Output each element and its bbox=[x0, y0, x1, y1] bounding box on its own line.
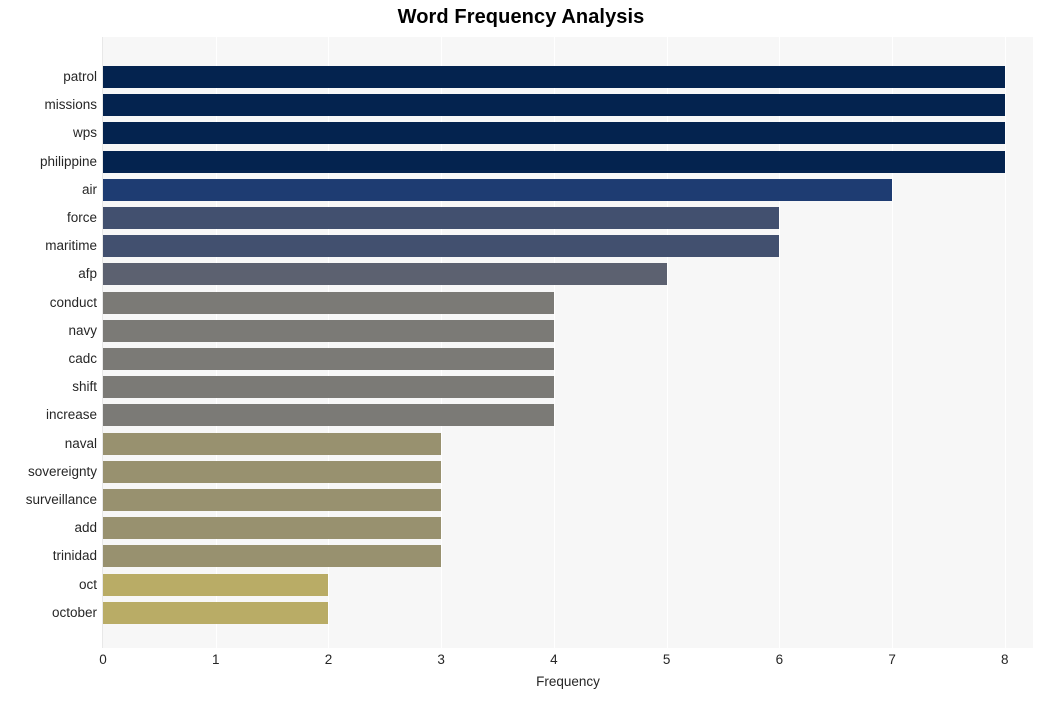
y-tick-label: trinidad bbox=[52, 548, 97, 564]
y-tick-label: shift bbox=[72, 379, 97, 395]
y-axis-tick-labels: patrol missions wps philippine air force marit… bbox=[0, 37, 1042, 648]
y-tick-label: patrol bbox=[63, 69, 97, 84]
y-tick-label: increase bbox=[45, 407, 97, 423]
y-tick-label: afp bbox=[78, 266, 97, 282]
y-tick-label: cadc bbox=[68, 351, 97, 366]
x-axis-label: Frequency bbox=[536, 674, 600, 689]
word-frequency-chart: Word Frequency Analysis patrol missions wp… bbox=[0, 0, 1042, 701]
x-tick-label: 3 bbox=[437, 652, 445, 667]
y-tick-label: add bbox=[74, 520, 97, 536]
chart-title: Word Frequency Analysis bbox=[397, 6, 645, 28]
x-tick-label: 8 bbox=[1001, 652, 1009, 667]
x-tick-label: 7 bbox=[888, 652, 896, 667]
x-tick-label: 4 bbox=[550, 652, 558, 667]
y-tick-label: navy bbox=[68, 322, 97, 338]
x-tick-label: 0 bbox=[99, 652, 107, 667]
y-tick-label: maritime bbox=[45, 238, 97, 254]
y-tick-label: conduct bbox=[49, 294, 97, 310]
y-tick-label: sovereignty bbox=[27, 463, 97, 479]
y-tick-label: october bbox=[51, 604, 97, 620]
y-tick-label: philippine bbox=[39, 153, 97, 169]
y-tick-label: surveillance bbox=[25, 492, 97, 507]
x-tick-label: 1 bbox=[211, 652, 220, 667]
y-tick-label: missions bbox=[44, 97, 97, 113]
x-tick-label: 2 bbox=[324, 652, 333, 667]
x-axis-tick-labels: 0 1 2 3 4 5 6 7 8 bbox=[0, 652, 1042, 672]
y-tick-label: air bbox=[81, 181, 97, 197]
y-tick-label: oct bbox=[78, 576, 97, 592]
y-tick-label: naval bbox=[64, 435, 97, 451]
x-tick-label: 6 bbox=[775, 652, 784, 667]
y-tick-label: force bbox=[66, 210, 97, 225]
x-tick-label: 5 bbox=[662, 652, 671, 667]
y-tick-label: wps bbox=[72, 125, 97, 141]
